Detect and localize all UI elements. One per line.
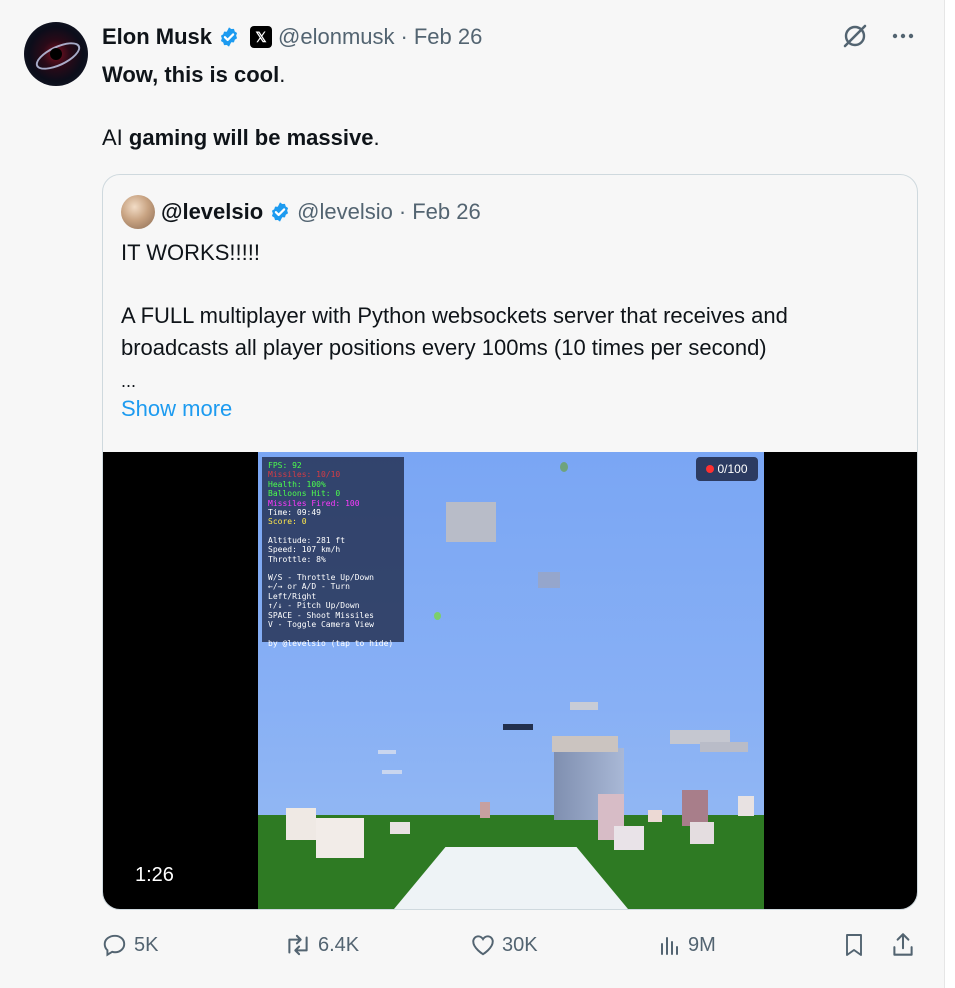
balloon-counter: 0/100 (696, 457, 758, 481)
reply-icon (103, 934, 126, 957)
author-name[interactable]: Elon Musk (102, 24, 212, 50)
counter-text: 0/100 (717, 462, 748, 476)
hud-missiles-fired: Missiles Fired: 100 (268, 498, 360, 508)
cloud (382, 770, 402, 774)
floating-structure (538, 572, 560, 588)
action-bar: 5K 6.4K 30K 9M (102, 928, 916, 962)
hud-speed: Speed: 107 km/h (268, 545, 341, 555)
hud-throttle: Throttle: 8% (268, 554, 326, 564)
verified-icon (220, 27, 238, 47)
like-count: 30K (502, 933, 538, 956)
share-icon (893, 933, 913, 956)
game-frame: FPS: 92 Missiles: 10/10 Health: 100% Bal… (258, 452, 764, 909)
building (286, 808, 316, 840)
plain-text: AI (102, 125, 129, 150)
hud-health: Health: 100% (268, 479, 326, 489)
hud-control: V - Toggle Camera View (268, 620, 374, 630)
author-avatar[interactable] (24, 22, 88, 86)
quote-text-line2: A FULL multiplayer with Python websocket… (121, 303, 788, 328)
repost-icon (288, 934, 308, 956)
bookmark-button[interactable] (842, 928, 866, 962)
reply-button[interactable]: 5K (102, 928, 158, 962)
bold-text: Wow, this is cool (102, 62, 280, 87)
more-icon[interactable] (891, 24, 915, 48)
balloon (434, 612, 441, 620)
floating-structure (570, 702, 598, 710)
separator: · (400, 24, 408, 49)
share-button[interactable] (890, 928, 916, 962)
hud-missiles: Missiles: 10/10 (268, 470, 341, 480)
bold-text: gaming will be massive (128, 125, 374, 150)
author-handle[interactable]: @elonmusk (278, 24, 395, 50)
building (690, 822, 714, 844)
floating-structure (700, 742, 748, 752)
hud-credit: by @levelsio (tap to hide) (268, 638, 394, 648)
floating-structure (446, 502, 496, 542)
tweet-header: Elon Musk 𝕏 @elonmusk · Feb 26 (102, 22, 482, 52)
hud-altitude: Altitude: 281 ft (268, 535, 346, 545)
quote-avatar[interactable] (121, 195, 155, 229)
hud-fps: FPS: 92 (268, 461, 302, 470)
hud-score: Score: 0 (268, 517, 307, 527)
castle-top (552, 736, 618, 752)
reply-count: 5K (134, 933, 159, 956)
punctuation: . (373, 125, 380, 150)
top-actions (841, 22, 915, 50)
separator: · (398, 199, 407, 224)
hud-balloons: Balloons Hit: 0 (268, 489, 341, 499)
video-player[interactable]: FPS: 92 Missiles: 10/10 Health: 100% Bal… (103, 452, 917, 909)
view-count: 9M (688, 933, 716, 956)
show-more-link[interactable]: Show more (121, 393, 232, 425)
hud-control: ↑/↓ - Pitch Up/Down (268, 601, 360, 611)
hud-control: ←/→ or A/D - Turn Left/Right (268, 582, 350, 601)
tweet-text-line1: Wow, this is cool. (102, 62, 285, 88)
cloud (378, 750, 396, 754)
tweet-text-line2: AI gaming will be massive. (102, 125, 380, 151)
building (480, 802, 490, 818)
building (390, 822, 410, 834)
building (614, 826, 644, 850)
bookmark-icon (846, 934, 862, 956)
views-button[interactable]: 9M (658, 928, 716, 962)
quote-text-line3: broadcasts all player positions every 10… (121, 335, 767, 360)
repost-button[interactable]: 6.4K (284, 928, 359, 962)
player-label (503, 724, 533, 730)
quote-display-name[interactable]: @levelsio (161, 199, 263, 225)
verified-icon (272, 202, 289, 222)
like-button[interactable]: 30K (470, 928, 538, 962)
quoted-tweet[interactable]: @levelsio @levelsio · Feb 26 IT WORKS!!!… (102, 174, 918, 910)
views-icon (661, 937, 678, 955)
hud-time: Time: 09:49 (268, 508, 321, 518)
building (316, 818, 364, 858)
video-duration: 1:26 (135, 864, 174, 886)
avatar-core (50, 48, 62, 60)
grok-icon[interactable] (841, 22, 869, 50)
punctuation: . (279, 62, 286, 87)
like-icon (472, 935, 494, 956)
building (682, 790, 708, 826)
quote-text-line1: IT WORKS!!!!! (121, 240, 260, 265)
repost-count: 6.4K (318, 933, 360, 956)
game-hud[interactable]: FPS: 92 Missiles: 10/10 Health: 100% Bal… (262, 457, 404, 648)
tweet-date[interactable]: Feb 26 (414, 24, 483, 50)
hud-control: SPACE - Shoot Missiles (268, 610, 374, 620)
building (648, 810, 662, 822)
balloon (560, 462, 568, 472)
x-logo-icon: 𝕏 (250, 26, 273, 48)
quote-date[interactable]: Feb 26 (412, 199, 481, 225)
building (738, 796, 754, 816)
quote-header: @levelsio @levelsio · Feb 26 (121, 195, 481, 229)
hud-control: W/S - Throttle Up/Down (268, 573, 374, 583)
balloon-icon (706, 465, 715, 473)
quote-handle[interactable]: @levelsio (297, 199, 393, 225)
